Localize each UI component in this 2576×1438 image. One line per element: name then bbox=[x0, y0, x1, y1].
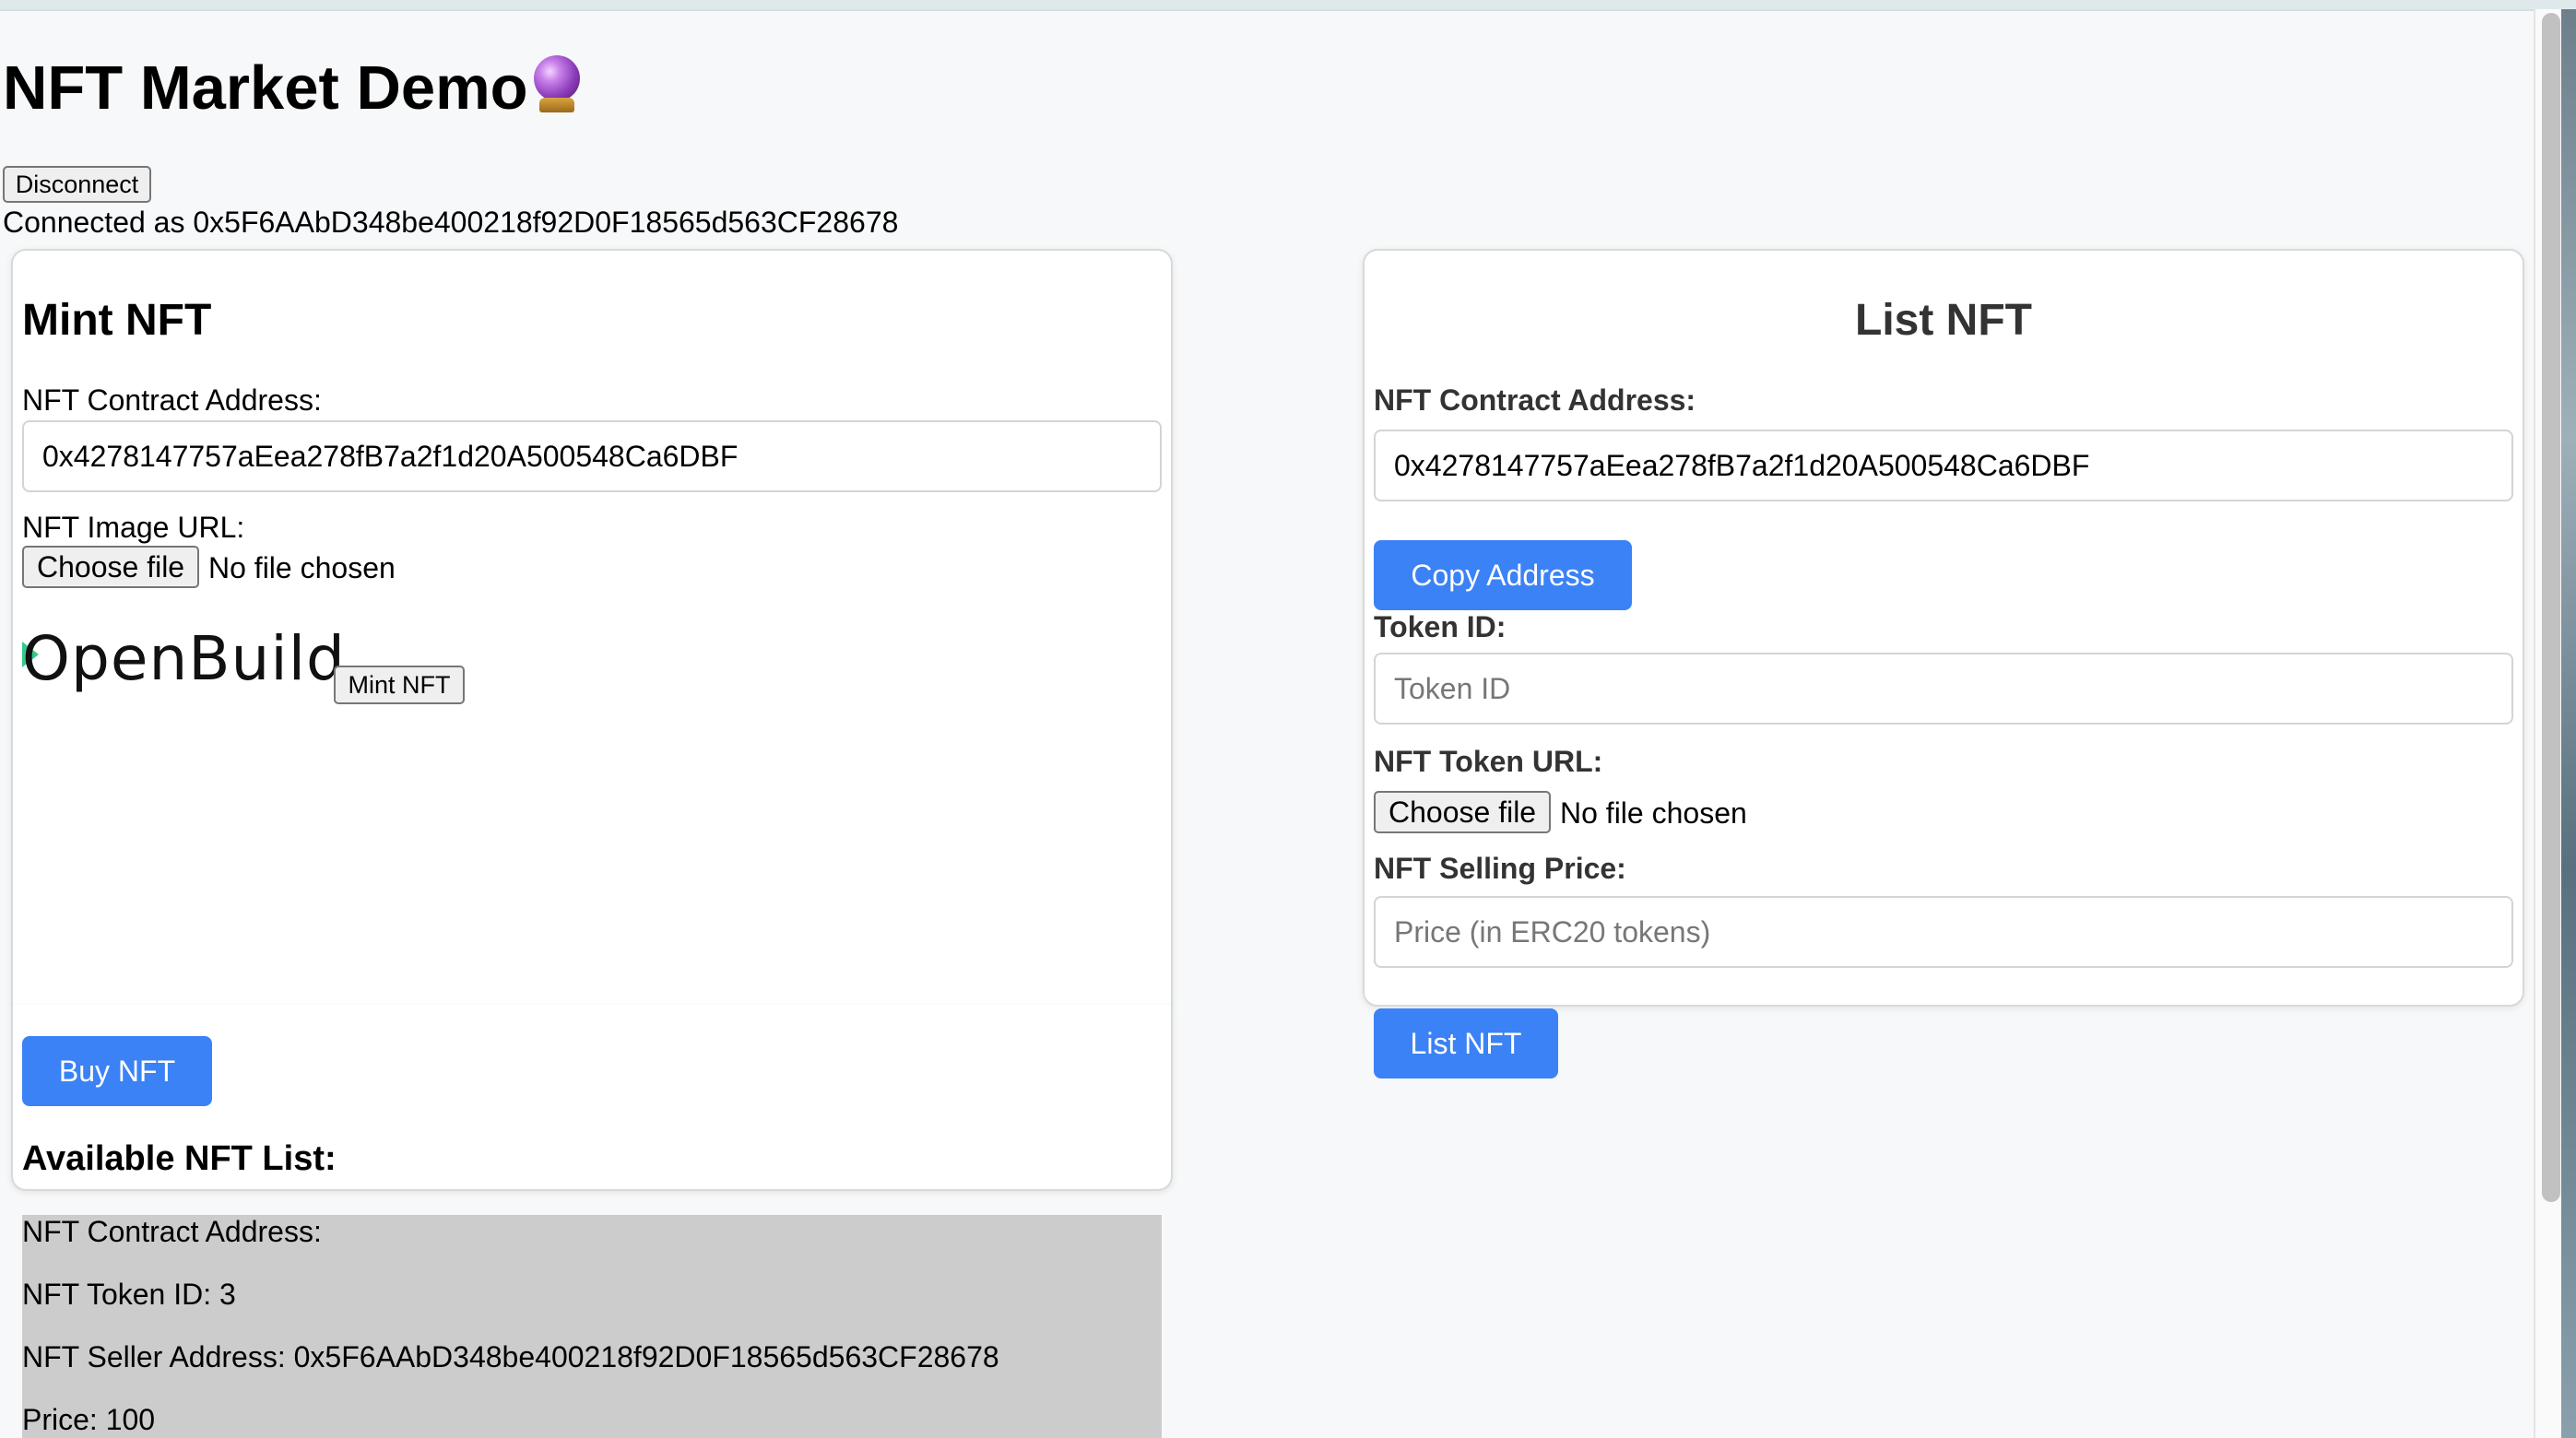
token-url-label: NFT Token URL: bbox=[1374, 745, 1603, 778]
selling-price-label: NFT Selling Price: bbox=[1374, 852, 1626, 885]
list-nft-button[interactable]: List NFT bbox=[1374, 1008, 1558, 1078]
desktop-background-strip bbox=[2561, 9, 2576, 1438]
page-title-text: NFT Market Demo bbox=[3, 53, 528, 123]
list-contract-input[interactable] bbox=[1374, 430, 2513, 501]
token-id-label: Token ID: bbox=[1374, 610, 1507, 643]
nft-item-price: Price: 100 bbox=[22, 1403, 156, 1436]
crystal-ball-icon bbox=[532, 55, 582, 114]
selling-price-input[interactable] bbox=[1374, 896, 2513, 968]
mint-nft-button[interactable]: Mint NFT bbox=[334, 666, 465, 704]
mint-file-status: No file chosen bbox=[208, 551, 396, 584]
nft-list-item[interactable]: NFT Contract Address: NFT Token ID: 3 NF… bbox=[22, 1215, 1162, 1438]
nft-image-preview: OpenBuild bbox=[22, 623, 346, 694]
scrollbar-thumb[interactable] bbox=[2542, 13, 2560, 1202]
list-nft-heading: List NFT bbox=[1855, 296, 2032, 345]
list-contract-label: NFT Contract Address: bbox=[1374, 383, 1696, 417]
buy-nft-button[interactable]: Buy NFT bbox=[22, 1036, 212, 1106]
list-choose-file-button[interactable]: Choose file bbox=[1374, 791, 1552, 833]
browser-top-edge bbox=[0, 0, 2576, 11]
mint-contract-label: NFT Contract Address: bbox=[22, 383, 322, 417]
list-file-status: No file chosen bbox=[1560, 796, 1747, 830]
available-nft-heading: Available NFT List: bbox=[22, 1139, 337, 1178]
nft-item-contract: NFT Contract Address: bbox=[22, 1215, 322, 1248]
nft-item-token-id: NFT Token ID: 3 bbox=[22, 1278, 236, 1311]
disconnect-button[interactable]: Disconnect bbox=[3, 166, 151, 203]
mint-contract-input[interactable] bbox=[22, 420, 1162, 492]
mint-nft-heading: Mint NFT bbox=[22, 296, 212, 345]
list-nft-card: List NFT NFT Contract Address: Copy Addr… bbox=[1363, 249, 2524, 1007]
page-title: NFT Market Demo bbox=[3, 52, 582, 125]
nft-item-seller: NFT Seller Address: 0x5F6AAbD348be400218… bbox=[22, 1340, 999, 1373]
copy-address-button[interactable]: Copy Address bbox=[1374, 540, 1632, 610]
connected-account-text: Connected as 0x5F6AAbD348be400218f92D0F1… bbox=[3, 206, 899, 239]
mint-choose-file-button[interactable]: Choose file bbox=[22, 546, 200, 588]
mint-image-url-label: NFT Image URL: bbox=[22, 511, 245, 544]
token-id-input[interactable] bbox=[1374, 653, 2513, 725]
app-page: NFT Market Demo Disconnect Connected as … bbox=[0, 0, 2576, 1438]
